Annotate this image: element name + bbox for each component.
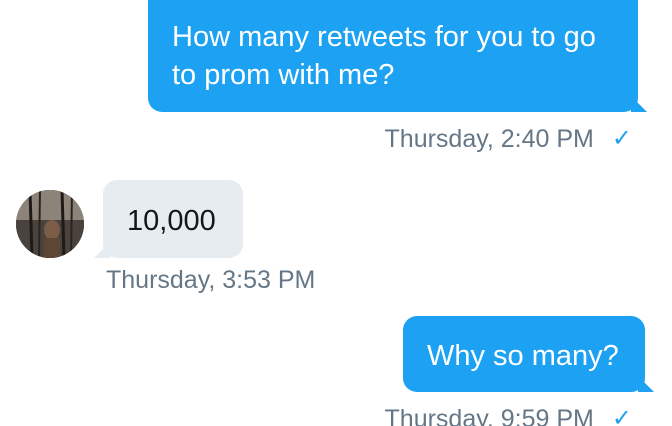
message-bubble-sent[interactable]: Why so many? (403, 316, 654, 392)
message-text: 10,000 (127, 205, 216, 237)
checkmark-icon: ✓ (611, 405, 632, 426)
message-timestamp: Thursday, 2:40 PM (384, 125, 594, 153)
avatar[interactable] (16, 190, 84, 258)
message-text-line: to prom with me? (172, 59, 395, 92)
message-meta: Thursday, 3:53 PM (106, 266, 315, 295)
bubble-tail (638, 376, 654, 392)
message-meta: Thursday, 9:59 PM ✓ (385, 404, 632, 426)
message-bubble-received[interactable]: 10,000 (94, 180, 243, 258)
bubble-tail (94, 242, 110, 258)
checkmark-icon: ✓ (611, 125, 632, 152)
bubble-tail (631, 96, 647, 112)
message-text-line: How many retweets for you to go (172, 21, 596, 53)
message-bubble-sent[interactable]: How many retweets for you to go to prom … (148, 0, 647, 112)
dm-conversation: How many retweets for you to go to prom … (0, 0, 672, 426)
message-timestamp: Thursday, 3:53 PM (106, 266, 316, 294)
message-timestamp: Thursday, 9:59 PM (384, 405, 594, 426)
message-meta: Thursday, 2:40 PM ✓ (385, 124, 632, 154)
message-text: Why so many? (427, 340, 619, 372)
